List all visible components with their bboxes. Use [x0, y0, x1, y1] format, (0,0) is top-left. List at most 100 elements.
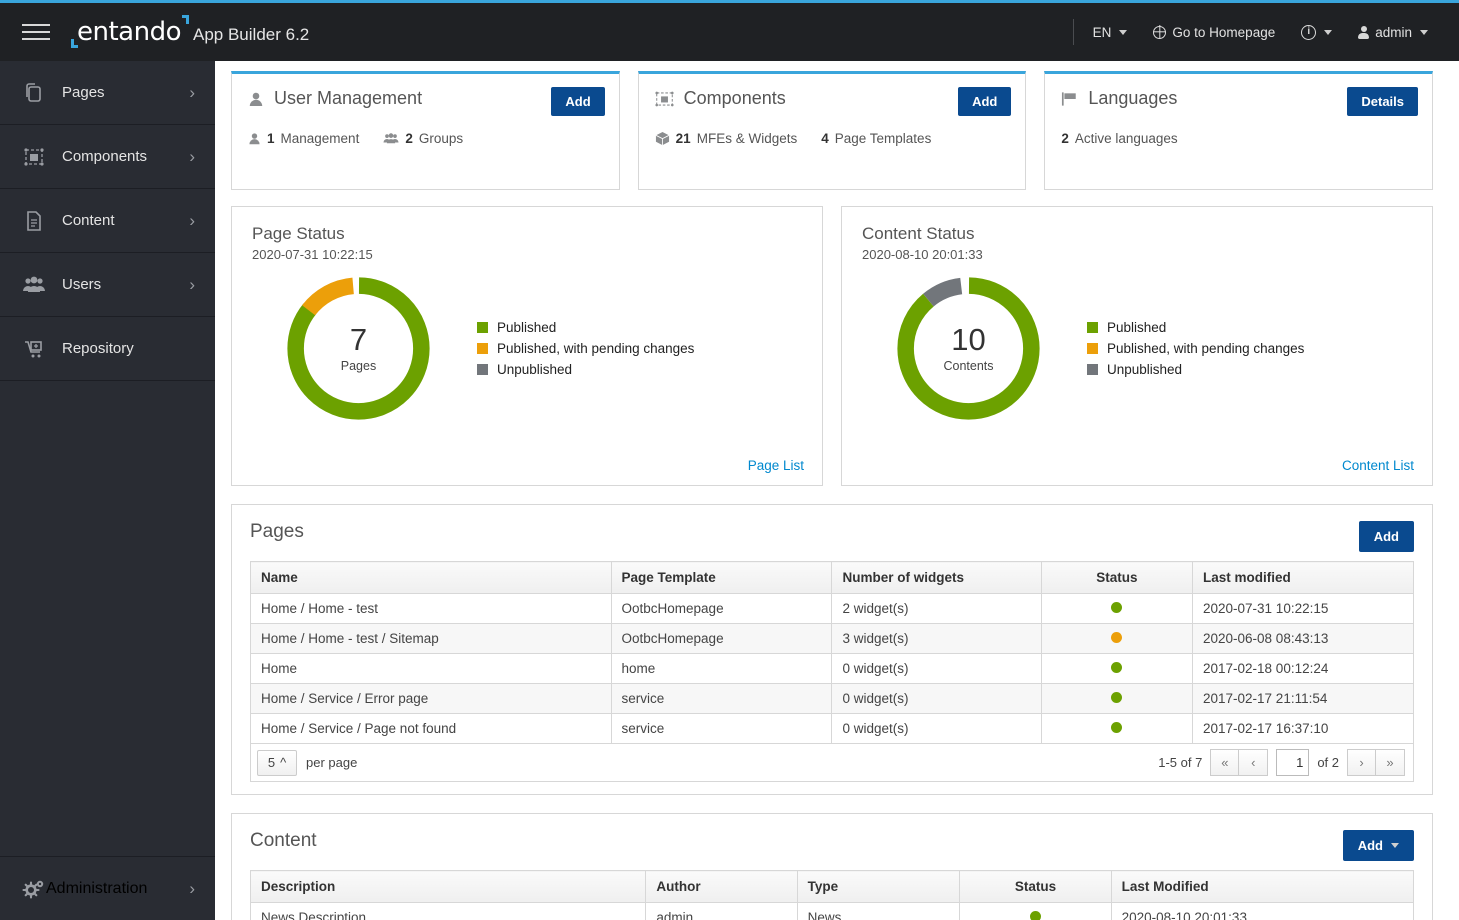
stat-value: 4 [821, 131, 829, 146]
col-author: Author [645, 870, 798, 903]
legend-label: Unpublished [1107, 362, 1183, 377]
cell-status [1040, 623, 1194, 654]
stat-label: Management [280, 131, 360, 146]
pages-icon [22, 82, 46, 104]
table-row[interactable]: News Description admin News 2020-08-10 2… [249, 902, 1415, 920]
content-status-legend: Published Published, with pending change… [1087, 320, 1304, 377]
chevron-right-icon: › [189, 147, 195, 166]
sidebar-item-administration[interactable]: Administration › [0, 856, 215, 920]
col-description: Description [249, 870, 647, 903]
status-dot-published [1111, 662, 1123, 673]
page-status-title: Page Status [252, 224, 345, 243]
pages-table: Name Page Template Number of widgets Sta… [250, 561, 1414, 744]
table-row[interactable]: Home / Service / Error page service 0 wi… [250, 683, 1414, 714]
cell-status [1040, 713, 1194, 744]
content-status-title: Content Status [862, 224, 975, 243]
content-icon [22, 210, 46, 232]
page-list-link[interactable]: Page List [748, 458, 804, 473]
table-row[interactable]: Home home 0 widget(s) 2017-02-18 00:12:2… [250, 653, 1414, 684]
card-title: Languages [1088, 88, 1178, 108]
cell-status [1040, 653, 1194, 684]
pagination-controls: 1-5 of 7 « ‹ of 2 › » [1158, 749, 1405, 776]
language-selector[interactable]: EN [1080, 3, 1141, 61]
table-row[interactable]: Home / Home - test / Sitemap OotbcHomepa… [250, 623, 1414, 654]
chevron-right-icon: › [189, 211, 195, 230]
card-components: Components Add 21 MFEs & Widgets 4 Page … [637, 71, 1027, 190]
stat-value: 2 [405, 131, 413, 146]
help-menu[interactable]: i [1288, 3, 1345, 61]
sidebar-item-label: Components [62, 148, 148, 165]
cell-modified: 2020-08-10 20:01:33 [1110, 902, 1415, 920]
add-content-label: Add [1357, 838, 1383, 853]
chevron-down-icon [1119, 29, 1128, 35]
col-last-modified: Last Modified [1110, 870, 1415, 903]
content-table: Description Author Type Status Last Modi… [249, 870, 1415, 920]
add-component-button[interactable]: Add [958, 87, 1012, 116]
add-user-button[interactable]: Add [551, 87, 605, 116]
card-user-management: User Management Add 1 Management 2 Group… [231, 71, 620, 190]
table-row[interactable]: Home / Home - test OotbcHomepage 2 widge… [250, 593, 1414, 624]
page-status-body: 7 Pages Published Published, with pendin… [252, 266, 802, 431]
status-cards-row: Page Status 2020-07-31 10:22:15 7 Pages [215, 190, 1459, 486]
page-count-value: 7 [349, 322, 368, 357]
add-page-button[interactable]: Add [1358, 521, 1414, 552]
status-dot-published [1111, 722, 1123, 733]
chevron-right-icon: › [189, 275, 195, 294]
content-status-donut: 10 Contents [886, 266, 1051, 431]
hamburger-icon[interactable] [0, 3, 72, 61]
user-menu[interactable]: admin [1345, 3, 1441, 61]
cell-name: Home / Home - test / Sitemap [250, 623, 612, 654]
cell-template: OotbcHomepage [610, 593, 833, 624]
first-page-button[interactable]: « [1210, 749, 1240, 776]
cell-widgets: 0 widget(s) [831, 653, 1042, 684]
donut-center-label: 10 Contents [886, 266, 1051, 431]
gear-icon [22, 878, 46, 900]
cell-name: Home / Home - test [250, 593, 612, 624]
sidebar-item-users[interactable]: Users › [0, 253, 215, 317]
components-icon [655, 91, 674, 107]
col-status: Status [1040, 561, 1194, 594]
sidebar-item-components[interactable]: Components › [0, 125, 215, 189]
content-count-value: 10 [951, 322, 986, 357]
page-count-label: Pages [340, 359, 377, 373]
table-header-row: Description Author Type Status Last Modi… [249, 870, 1415, 903]
page-number-input[interactable] [1276, 749, 1310, 776]
col-last-modified: Last modified [1192, 561, 1414, 594]
go-to-homepage-label: Go to Homepage [1172, 24, 1276, 40]
go-to-homepage-link[interactable]: Go to Homepage [1140, 3, 1288, 61]
content-list-link[interactable]: Content List [1342, 458, 1414, 473]
entando-logo: entando [71, 15, 189, 48]
per-page-selector[interactable]: 5 ^ [257, 749, 297, 776]
sidebar-item-pages[interactable]: Pages › [0, 61, 215, 125]
sidebar-item-repository[interactable]: Repository [0, 317, 215, 381]
content-panel-title: Content [250, 830, 317, 851]
cell-widgets: 0 widget(s) [831, 713, 1042, 744]
cell-name: Home / Service / Page not found [250, 713, 612, 744]
pagination-range: 1-5 of 7 [1158, 755, 1203, 770]
prev-page-button[interactable]: ‹ [1239, 749, 1269, 776]
stat-label: Active languages [1074, 131, 1178, 146]
status-dot-published [1111, 692, 1123, 703]
user-icon [248, 91, 264, 107]
pages-pagination: 5 ^ per page 1-5 of 7 « ‹ of 2 › » [250, 744, 1414, 782]
sidebar-item-content[interactable]: Content › [0, 189, 215, 253]
stat-value: 21 [675, 131, 691, 146]
languages-details-button[interactable]: Details [1347, 87, 1419, 116]
table-header-row: Name Page Template Number of widgets Sta… [250, 561, 1414, 594]
legend-swatch-unpublished [477, 364, 488, 375]
per-page-label: per page [306, 755, 358, 770]
stat-management: 1 Management [248, 131, 359, 146]
add-content-button[interactable]: Add [1342, 830, 1414, 861]
cell-template: OotbcHomepage [610, 623, 833, 654]
next-page-button[interactable]: › [1347, 749, 1376, 776]
sidebar-item-label: Users [62, 276, 102, 293]
legend-item: Published [477, 320, 694, 335]
header-actions: EN Go to Homepage i admin [1072, 3, 1459, 61]
content-status-timestamp: 2020-08-10 20:01:33 [862, 247, 983, 262]
table-row[interactable]: Home / Service / Page not found service … [250, 713, 1414, 744]
chevron-down-icon [1391, 843, 1399, 848]
cell-author: admin [645, 902, 798, 920]
legend-label: Published [1107, 320, 1167, 335]
content-count-label: Contents [943, 359, 994, 373]
last-page-button[interactable]: » [1376, 749, 1405, 776]
